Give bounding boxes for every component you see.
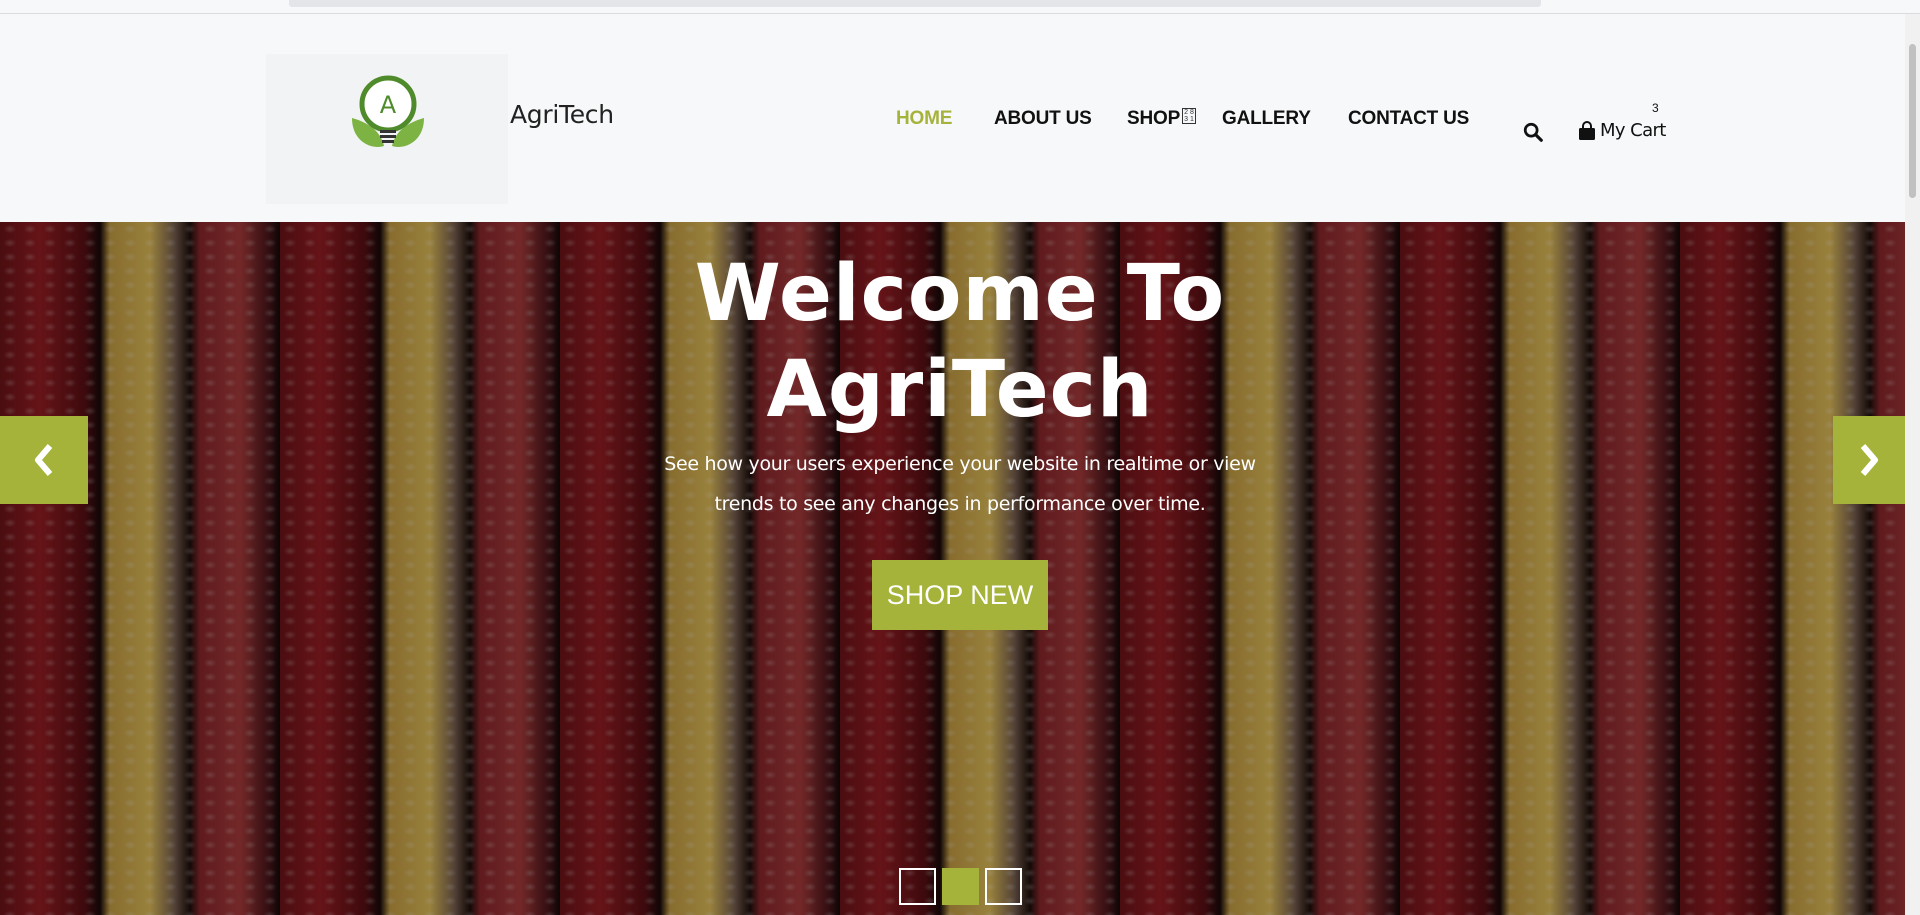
top-scroll-indicator (289, 0, 1541, 7)
shop-new-button[interactable]: SHOP NEW (872, 560, 1048, 630)
nav-home[interactable]: HOME (896, 108, 952, 130)
cart-link[interactable]: My Cart (1578, 120, 1666, 141)
logo[interactable]: A (266, 54, 508, 204)
site-header: A AgriTech HOME ABOUT US SHOP GALLERY CO… (0, 14, 1905, 222)
slide-indicator-1[interactable] (899, 868, 936, 905)
shopping-bag-icon (1579, 120, 1595, 140)
cart-label: My Cart (1600, 120, 1666, 141)
nav-gallery[interactable]: GALLERY (1222, 108, 1311, 130)
hero-title-line1: Welcome To (694, 249, 1226, 339)
hero-content: Welcome To AgriTech See how your users e… (0, 222, 1905, 915)
chevron-left-icon (35, 444, 53, 476)
logo-letter: A (380, 91, 397, 119)
nav-shop[interactable]: SHOP (1127, 108, 1180, 130)
shop-dropdown-icon[interactable]: 2 8 3 1 (1182, 108, 1196, 124)
hero-slider: Welcome To AgriTech See how your users e… (0, 222, 1905, 915)
prev-slide-button[interactable] (0, 416, 88, 504)
next-slide-button[interactable] (1833, 416, 1905, 504)
page-scrollbar[interactable] (1905, 14, 1920, 915)
slider-indicators (899, 868, 1022, 905)
scrollbar-thumb[interactable] (1909, 44, 1916, 198)
cart-count-badge: 3 (1652, 101, 1659, 115)
nav-contact-us[interactable]: CONTACT US (1348, 108, 1469, 130)
hero-title-line2: AgriTech (766, 345, 1154, 435)
slide-indicator-2[interactable] (942, 868, 979, 905)
lightbulb-leaf-logo-icon: A (352, 75, 424, 147)
browser-top-strip (0, 0, 1920, 14)
chevron-right-icon (1860, 444, 1878, 476)
hero-title: Welcome To AgriTech (0, 246, 1905, 438)
slide-indicator-3[interactable] (985, 868, 1022, 905)
brand-name[interactable]: AgriTech (510, 100, 614, 129)
search-icon[interactable] (1522, 121, 1544, 143)
nav-about-us[interactable]: ABOUT US (994, 108, 1092, 130)
hero-subtitle: See how your users experience your websi… (664, 453, 1256, 515)
